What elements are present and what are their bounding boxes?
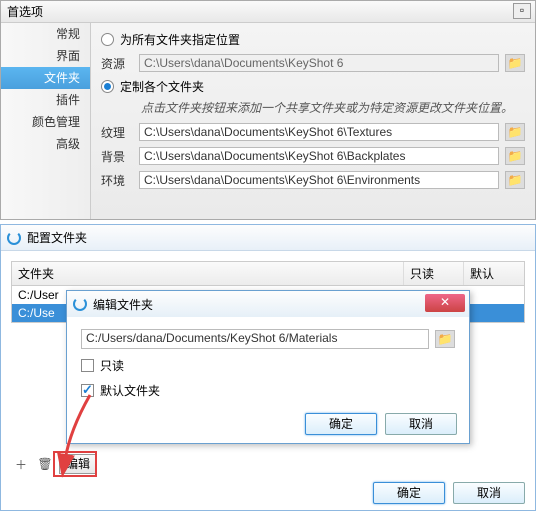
folder-icon[interactable]: 📁 <box>505 147 525 165</box>
sidebar-item-plugins[interactable]: 插件 <box>1 89 90 111</box>
ok-button[interactable]: 确定 <box>305 413 377 435</box>
preferences-title: 首选项 <box>7 1 43 22</box>
app-icon <box>73 297 87 311</box>
edit-folder-modal: 编辑文件夹 ✕ C:/Users/dana/Documents/KeyShot … <box>66 290 470 444</box>
readonly-checkbox[interactable] <box>81 359 94 372</box>
preferences-content: 为所有文件夹指定位置 资源 C:\Users\dana\Documents\Ke… <box>91 23 535 219</box>
delete-icon[interactable]: 🗑 <box>35 454 55 474</box>
sidebar-item-advanced[interactable]: 高级 <box>1 133 90 155</box>
cancel-button[interactable]: 取消 <box>385 413 457 435</box>
close-icon[interactable]: ✕ <box>425 294 465 312</box>
sidebar-item-folders[interactable]: 文件夹 <box>1 67 90 89</box>
row-path-textures[interactable]: C:\Users\dana\Documents\KeyShot 6\Textur… <box>139 123 499 141</box>
readonly-label: 只读 <box>100 357 124 374</box>
folder-icon[interactable]: 📁 <box>505 171 525 189</box>
radio-all-label: 为所有文件夹指定位置 <box>120 31 240 48</box>
sidebar-item-color[interactable]: 颜色管理 <box>1 111 90 133</box>
radio-custom-label: 定制各个文件夹 <box>120 78 204 95</box>
radio-custom-folders[interactable] <box>101 80 114 93</box>
folder-icon[interactable]: 📁 <box>435 330 455 348</box>
modal-title: 编辑文件夹 <box>93 296 153 313</box>
cancel-button[interactable]: 取消 <box>453 482 525 504</box>
configure-titlebar: 配置文件夹 <box>1 225 535 251</box>
resource-path: C:\Users\dana\Documents\KeyShot 6 <box>139 54 499 72</box>
row-path-env[interactable]: C:\Users\dana\Documents\KeyShot 6\Enviro… <box>139 171 499 189</box>
folder-icon[interactable]: 📁 <box>505 123 525 141</box>
hint-text: 点击文件夹按钮来添加一个共享文件夹或为特定资源更改文件夹位置。 <box>141 101 525 115</box>
row-label-textures: 纹理 <box>101 124 133 141</box>
preferences-window: 首选项 ▫ 常规 界面 文件夹 插件 颜色管理 高级 为所有文件夹指定位置 资源… <box>0 0 536 220</box>
default-label: 默认文件夹 <box>100 382 160 399</box>
add-icon[interactable]: ＋ <box>11 454 31 474</box>
app-icon <box>7 231 21 245</box>
toolbar: ＋ 🗑 编辑 <box>11 454 97 474</box>
row-label-backplates: 背景 <box>101 148 133 165</box>
col-folder[interactable]: 文件夹 <box>12 262 404 285</box>
edit-button[interactable]: 编辑 <box>59 454 97 474</box>
resource-label: 资源 <box>101 55 133 72</box>
col-default[interactable]: 默认 <box>464 262 524 285</box>
window-restore-button[interactable]: ▫ <box>513 3 531 19</box>
col-readonly[interactable]: 只读 <box>404 262 464 285</box>
radio-all-folders[interactable] <box>101 33 114 46</box>
row-label-env: 环境 <box>101 172 133 189</box>
sidebar-item-interface[interactable]: 界面 <box>1 45 90 67</box>
sidebar: 常规 界面 文件夹 插件 颜色管理 高级 <box>1 23 91 219</box>
ok-button[interactable]: 确定 <box>373 482 445 504</box>
sidebar-item-general[interactable]: 常规 <box>1 23 90 45</box>
row-path-backplates[interactable]: C:\Users\dana\Documents\KeyShot 6\Backpl… <box>139 147 499 165</box>
path-input[interactable]: C:/Users/dana/Documents/KeyShot 6/Materi… <box>81 329 429 349</box>
folder-icon[interactable]: 📁 <box>505 54 525 72</box>
preferences-titlebar: 首选项 ▫ <box>1 1 535 23</box>
configure-title: 配置文件夹 <box>27 229 87 246</box>
default-checkbox[interactable] <box>81 384 94 397</box>
modal-titlebar: 编辑文件夹 ✕ <box>67 291 469 317</box>
